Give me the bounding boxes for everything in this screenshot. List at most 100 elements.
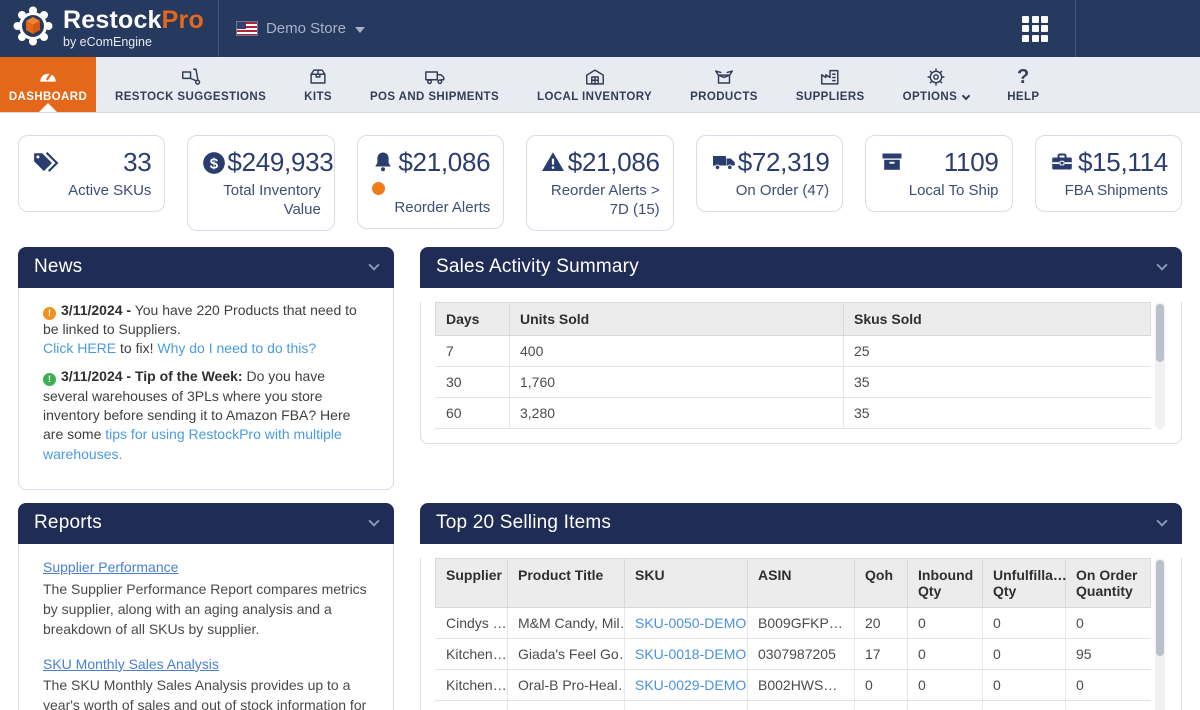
column-header[interactable]: Days <box>436 302 510 335</box>
sku-monthly-sales-link[interactable]: SKU Monthly Sales Analysis <box>43 655 219 675</box>
sales-summary-header[interactable]: Sales Activity Summary <box>420 247 1182 288</box>
stat-card-reorder-alerts-7d[interactable]: $21,086 Reorder Alerts > 7D (15) <box>526 135 673 231</box>
scrollbar-thumb[interactable] <box>1156 304 1164 362</box>
column-header[interactable]: Product Title <box>508 559 625 608</box>
brand-tagline: by eComEngine <box>63 36 204 49</box>
why-link[interactable]: Why do I need to do this? <box>157 340 316 356</box>
top20-panel-header[interactable]: Top 20 Selling Items <box>420 503 1182 544</box>
sku-link[interactable]: SKU-0018-DEMO <box>635 646 746 662</box>
nav-item-help[interactable]: ? HELP <box>988 57 1058 112</box>
main-nav: DASHBOARD RESTOCK SUGGESTIONS KITS <box>0 57 1200 113</box>
stat-label: Reorder Alerts <box>371 199 490 218</box>
scrollbar-track[interactable] <box>1155 302 1165 429</box>
nav-item-label: POS AND SHIPMENTS <box>370 91 499 103</box>
table-row: Kitchen… Giada's Feel Go… SKU-0018-DEMO … <box>436 639 1151 670</box>
nav-item-products[interactable]: PRODUCTS <box>671 57 777 112</box>
stat-card-fba-shipments[interactable]: $15,114 FBA Shipments <box>1035 135 1182 212</box>
alert-dot <box>372 182 385 195</box>
top20-panel-body: Supplier Product Title SKU ASIN Qoh Inbo… <box>420 558 1182 710</box>
column-header[interactable]: Skus Sold <box>844 302 1151 335</box>
chevron-down-icon[interactable] <box>1156 515 1167 526</box>
hand-truck-icon <box>179 66 203 88</box>
nav-item-suppliers[interactable]: SUPPLIERS <box>777 57 884 112</box>
chevron-down-icon[interactable] <box>368 515 379 526</box>
stat-cards-row: 33 Active SKUs $ $249,933 Total Inventor… <box>18 135 1182 231</box>
reports-panel-header[interactable]: Reports <box>18 503 394 544</box>
stat-value: $21,086 <box>398 147 490 178</box>
factory-icon <box>818 66 842 88</box>
chevron-down-icon[interactable] <box>1156 259 1167 270</box>
table-row: 7 400 25 <box>436 335 1151 366</box>
scrollbar-track[interactable] <box>1155 558 1165 710</box>
nav-item-label: SUPPLIERS <box>796 91 865 103</box>
stat-card-on-order[interactable]: $72,319 On Order (47) <box>696 135 843 212</box>
archive-box-icon <box>879 147 905 174</box>
delivery-truck-icon <box>710 147 738 174</box>
stat-label: Total Inventory Value <box>201 182 320 220</box>
brand-logo[interactable]: RestockPro by eComEngine <box>0 0 218 57</box>
sales-summary-body: Days Units Sold Skus Sold 7 400 25 30 <box>420 302 1182 444</box>
sales-summary-table: Days Units Sold Skus Sold 7 400 25 30 <box>435 302 1151 429</box>
news-item: !3/11/2024 - Tip of the Week: Do you hav… <box>43 367 369 464</box>
stat-value: $72,319 <box>738 147 830 178</box>
reports-panel: Reports Supplier Performance The Supplie… <box>18 503 394 710</box>
table-row: A & A LI… Sassy Dog Wear… SKU-0037-DEMO … <box>436 701 1151 710</box>
gear-cube-logo-icon <box>12 5 54 52</box>
nav-item-label: OPTIONS <box>903 91 958 103</box>
stat-card-reorder-alerts[interactable]: $21,086 Reorder Alerts <box>357 135 504 229</box>
nav-item-label: HELP <box>1007 91 1039 103</box>
news-panel-header[interactable]: News <box>18 247 394 288</box>
gauge-icon <box>36 66 60 88</box>
nav-item-dashboard[interactable]: DASHBOARD <box>0 57 96 112</box>
panel-title: News <box>34 256 82 278</box>
table-row: 60 3,280 35 <box>436 397 1151 428</box>
nav-item-pos-and-shipments[interactable]: POS AND SHIPMENTS <box>351 57 518 112</box>
column-header[interactable]: ASIN <box>748 559 855 608</box>
supplier-performance-link[interactable]: Supplier Performance <box>43 558 178 578</box>
stat-card-active-skus[interactable]: 33 Active SKUs <box>18 135 165 212</box>
news-panel-body: !3/11/2024 - You have 220 Products that … <box>18 288 394 491</box>
stat-value: $15,114 <box>1078 147 1168 178</box>
panel-title: Top 20 Selling Items <box>436 512 611 534</box>
stat-card-local-to-ship[interactable]: 1109 Local To Ship <box>865 135 1012 212</box>
click-here-link[interactable]: Click HERE <box>43 340 116 356</box>
topbar: RestockPro by eComEngine Demo Store <box>0 0 1200 57</box>
column-header[interactable]: Unfulfilla… Qty <box>983 559 1066 608</box>
column-header[interactable]: On Order Quantity <box>1066 559 1151 608</box>
chevron-down-icon[interactable] <box>368 259 379 270</box>
svg-text:$: $ <box>210 155 219 172</box>
stat-label: Local To Ship <box>879 182 998 201</box>
report-item: SKU Monthly Sales Analysis The SKU Month… <box>43 655 369 710</box>
panel-title: Reports <box>34 512 102 534</box>
nav-item-options[interactable]: OPTIONS <box>884 57 989 112</box>
scrollbar-thumb[interactable] <box>1156 560 1164 656</box>
store-selector[interactable]: Demo Store <box>219 20 383 37</box>
column-header[interactable]: Units Sold <box>510 302 844 335</box>
nav-item-kits[interactable]: KITS <box>285 57 351 112</box>
gear-icon <box>924 66 948 88</box>
stat-label: Active SKUs <box>32 182 151 201</box>
news-item: !3/11/2024 - You have 220 Products that … <box>43 301 369 359</box>
column-header[interactable]: Qoh <box>855 559 908 608</box>
column-header[interactable]: SKU <box>625 559 748 608</box>
sku-link[interactable]: SKU-0029-DEMO <box>635 677 746 693</box>
open-box-icon <box>712 66 736 88</box>
dollar-circle-icon: $ <box>201 147 227 176</box>
column-header[interactable]: Inbound Qty <box>908 559 983 608</box>
nav-item-label: PRODUCTS <box>690 91 758 103</box>
stat-label: Reorder Alerts > 7D (15) <box>540 182 659 220</box>
nav-item-local-inventory[interactable]: LOCAL INVENTORY <box>518 57 671 112</box>
sku-link[interactable]: SKU-0050-DEMO <box>635 615 746 631</box>
news-panel: News !3/11/2024 - You have 220 Products … <box>18 247 394 491</box>
caret-down-icon <box>355 27 365 33</box>
stat-value: 33 <box>123 147 151 178</box>
apps-grid-icon[interactable] <box>1022 16 1048 42</box>
dashboard-panels: News !3/11/2024 - You have 220 Products … <box>0 247 1200 710</box>
us-flag-icon <box>237 22 257 35</box>
warehouse-icon <box>583 66 607 88</box>
nav-item-label: RESTOCK SUGGESTIONS <box>115 91 266 103</box>
nav-item-restock-suggestions[interactable]: RESTOCK SUGGESTIONS <box>96 57 285 112</box>
column-header[interactable]: Supplier <box>436 559 508 608</box>
stat-card-total-inventory-value[interactable]: $ $249,933 Total Inventory Value <box>187 135 334 231</box>
top20-panel: Top 20 Selling Items Supplier Product Ti… <box>420 503 1182 710</box>
